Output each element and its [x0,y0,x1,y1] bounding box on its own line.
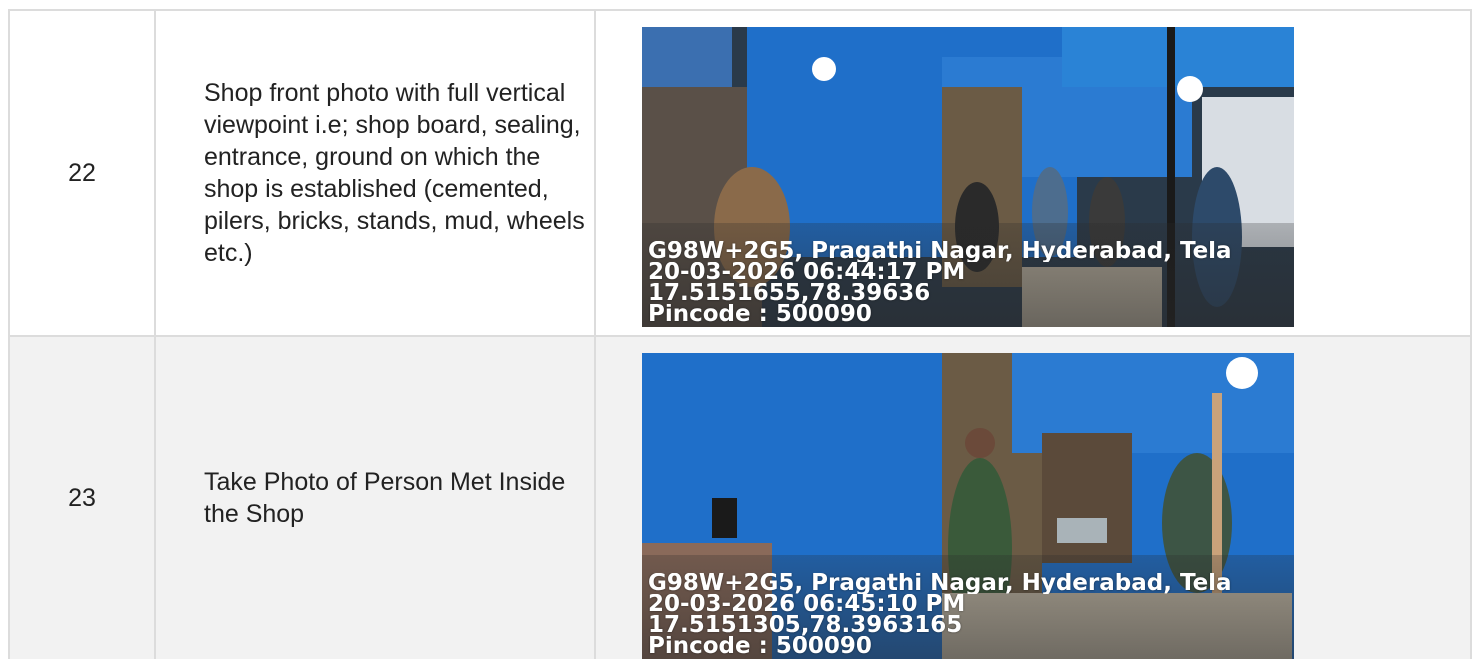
stamp-datetime: 20-03-2026 06:44:17 PM [648,262,966,283]
geo-stamp: G98W+2G5, Pragathi Nagar, Hyderabad, Tel… [648,573,1294,657]
shop-front-photo[interactable]: G98W+2G5, Pragathi Nagar, Hyderabad, Tel… [642,27,1294,327]
table-row: 22 Shop front photo with full vertical v… [8,9,1472,337]
row-number: 22 [8,11,154,335]
person-met-photo[interactable]: G98W+2G5, Pragathi Nagar, Hyderabad, Tel… [642,353,1294,659]
stamp-address: G98W+2G5, Pragathi Nagar, Hyderabad, Tel… [648,241,1232,262]
stamp-address: G98W+2G5, Pragathi Nagar, Hyderabad, Tel… [648,573,1232,594]
stamp-coords: 17.5151655,78.39636 [648,283,931,304]
table-row: 23 Take Photo of Person Met Inside the S… [8,337,1472,659]
row-description: Shop front photo with full vertical view… [154,11,594,335]
geo-stamp: G98W+2G5, Pragathi Nagar, Hyderabad, Tel… [648,241,1294,325]
stamp-pincode: Pincode : 500090 [648,304,872,325]
stamp-pincode: Pincode : 500090 [648,636,872,657]
stamp-coords: 17.5151305,78.3963165 [648,615,963,636]
row-description: Take Photo of Person Met Inside the Shop [154,337,594,659]
photo-cell: G98W+2G5, Pragathi Nagar, Hyderabad, Tel… [594,11,1472,335]
row-number: 23 [8,337,154,659]
evidence-table: 22 Shop front photo with full vertical v… [8,9,1472,659]
photo-cell: G98W+2G5, Pragathi Nagar, Hyderabad, Tel… [594,337,1472,659]
stamp-datetime: 20-03-2026 06:45:10 PM [648,594,966,615]
